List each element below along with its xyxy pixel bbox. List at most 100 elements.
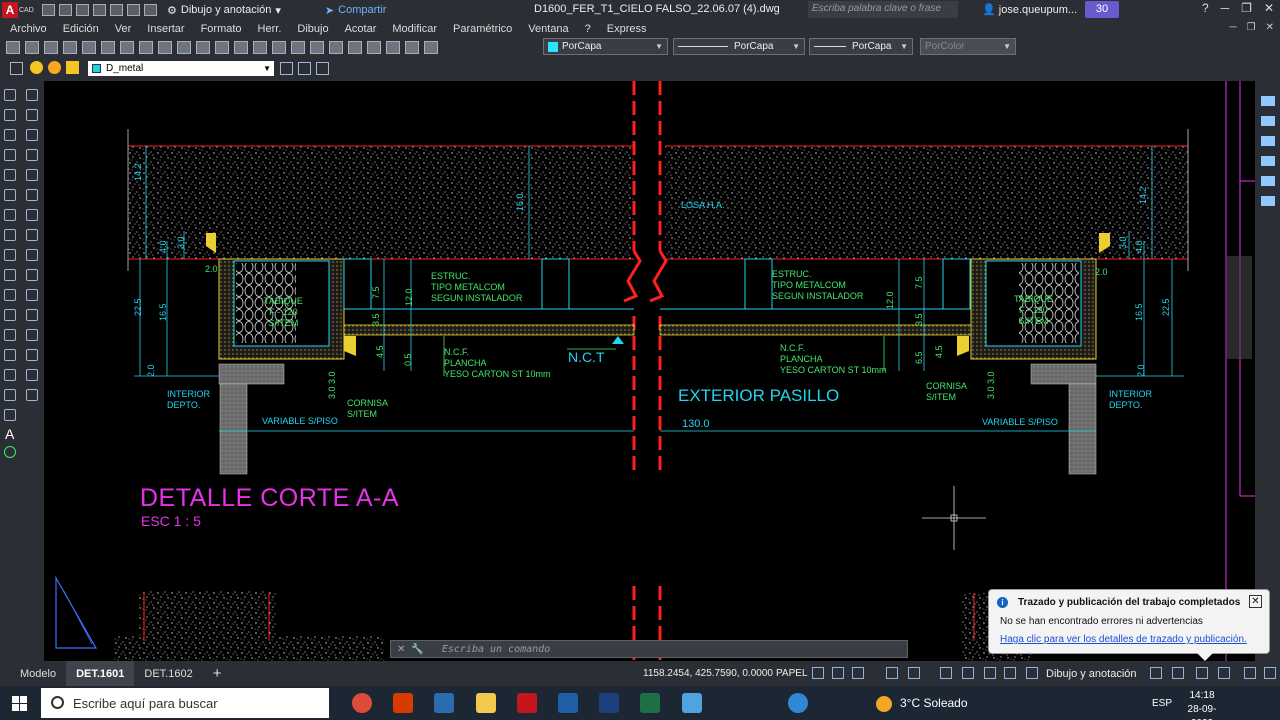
tab-det-1602[interactable]: DET.1602 bbox=[134, 661, 202, 686]
clock[interactable]: 14:18 28-09-2022 bbox=[1178, 689, 1226, 720]
plot-status-icon[interactable] bbox=[1196, 667, 1208, 679]
taskbar-search[interactable]: Escribe aquí para buscar bbox=[41, 688, 329, 718]
circle-icon[interactable] bbox=[4, 209, 16, 221]
office-icon[interactable] bbox=[393, 693, 413, 713]
doc-close-icon[interactable]: ✕ bbox=[1266, 22, 1274, 33]
drawing-canvas[interactable]: DETALLE CORTE A-A ESC 1 : 5 EXTERIOR PAS… bbox=[44, 81, 1255, 661]
grid-icon[interactable] bbox=[812, 667, 824, 679]
tab-modelo[interactable]: Modelo bbox=[10, 661, 66, 686]
viewport-clip-icon[interactable] bbox=[1261, 136, 1275, 146]
hatch-icon[interactable] bbox=[4, 349, 16, 361]
wrench-icon[interactable]: 🔧 bbox=[411, 644, 423, 655]
menu-help[interactable]: ? bbox=[585, 23, 591, 35]
layer-properties-icon[interactable] bbox=[10, 62, 23, 75]
pan-icon[interactable] bbox=[234, 40, 248, 54]
copy-object-icon[interactable] bbox=[26, 109, 38, 121]
plus-icon[interactable] bbox=[1150, 667, 1162, 679]
move-icon[interactable] bbox=[26, 189, 38, 201]
mirror-icon[interactable] bbox=[26, 129, 38, 141]
menu-ventana[interactable]: Ventana bbox=[528, 23, 568, 35]
workspace-switcher[interactable]: ⚙ Dibujo y anotación ▾ bbox=[167, 4, 281, 17]
offset-icon[interactable] bbox=[26, 149, 38, 161]
page-setup-icon[interactable] bbox=[1261, 196, 1275, 206]
lightbulb-icon[interactable] bbox=[30, 61, 43, 74]
menu-herr[interactable]: Herr. bbox=[258, 23, 282, 35]
polyline-icon[interactable] bbox=[4, 129, 16, 141]
chrome-icon[interactable] bbox=[352, 693, 372, 713]
array-icon[interactable] bbox=[26, 169, 38, 181]
help-app-icon[interactable] bbox=[788, 693, 808, 713]
gear-icon[interactable] bbox=[1026, 667, 1038, 679]
app-logo[interactable]: A CAD bbox=[2, 1, 36, 19]
osnap-icon[interactable] bbox=[908, 667, 920, 679]
menu-acotar[interactable]: Acotar bbox=[345, 23, 377, 35]
save-icon[interactable] bbox=[44, 40, 58, 54]
lineweight-dropdown[interactable]: PorCapa ▼ bbox=[809, 38, 913, 55]
viewport-icon[interactable] bbox=[1261, 116, 1275, 126]
table-icon[interactable] bbox=[4, 409, 16, 421]
stretch-icon[interactable] bbox=[26, 249, 38, 261]
snap-icon[interactable] bbox=[832, 667, 844, 679]
weather-text[interactable]: 3°C Soleado bbox=[900, 696, 968, 710]
menu-formato[interactable]: Formato bbox=[201, 23, 242, 35]
viewport-scale-icon[interactable] bbox=[1261, 156, 1275, 166]
point-icon[interactable] bbox=[4, 329, 16, 341]
properties-icon[interactable] bbox=[310, 40, 324, 54]
trim-icon[interactable] bbox=[26, 269, 38, 281]
insert-block-icon[interactable] bbox=[4, 289, 16, 301]
windows-start-icon[interactable] bbox=[12, 696, 27, 711]
make-current-icon[interactable] bbox=[280, 62, 293, 75]
revit-icon[interactable] bbox=[558, 693, 578, 713]
polar-icon[interactable] bbox=[886, 667, 898, 679]
menu-edicion[interactable]: Edición bbox=[63, 23, 99, 35]
chamfer-icon[interactable] bbox=[26, 349, 38, 361]
close-icon[interactable]: ✕ bbox=[397, 644, 405, 655]
view-icon[interactable] bbox=[1261, 96, 1275, 106]
customize-menu-icon[interactable] bbox=[1264, 667, 1276, 679]
polygon-icon[interactable] bbox=[4, 149, 16, 161]
new-icon[interactable] bbox=[6, 40, 20, 54]
region-icon[interactable] bbox=[4, 389, 16, 401]
new-icon[interactable] bbox=[42, 4, 55, 16]
explode-icon[interactable] bbox=[26, 389, 38, 401]
zoom-window-icon[interactable] bbox=[272, 40, 286, 54]
arc-icon[interactable] bbox=[4, 189, 16, 201]
extend-icon[interactable] bbox=[26, 289, 38, 301]
command-line[interactable]: ✕ 🔧 Escriba un comando bbox=[390, 640, 908, 658]
sheet-set-icon[interactable] bbox=[367, 40, 381, 54]
layer-dropdown[interactable]: D_metal ▼ bbox=[88, 61, 274, 76]
ortho-icon[interactable] bbox=[852, 667, 864, 679]
doc-restore-icon[interactable]: ❐ bbox=[1247, 22, 1256, 33]
revision-cloud-icon[interactable] bbox=[4, 229, 16, 241]
open-icon[interactable] bbox=[25, 40, 39, 54]
help-search-input[interactable]: Escriba palabra clave o frase bbox=[808, 1, 958, 18]
redo-icon[interactable] bbox=[144, 4, 157, 16]
erase-icon[interactable] bbox=[26, 89, 38, 101]
plot-icon[interactable] bbox=[110, 4, 123, 16]
gradient-icon[interactable] bbox=[4, 369, 16, 381]
menu-express[interactable]: Express bbox=[607, 23, 647, 35]
add-selected-icon[interactable] bbox=[4, 446, 16, 458]
autocad-taskbar-icon[interactable] bbox=[517, 693, 537, 713]
spline-icon[interactable] bbox=[4, 249, 16, 261]
close-icon[interactable]: ✕ bbox=[1249, 595, 1262, 608]
open-icon[interactable] bbox=[59, 4, 72, 16]
annotation-icon[interactable] bbox=[1004, 667, 1016, 679]
help-icon[interactable] bbox=[424, 40, 438, 54]
save-icon[interactable] bbox=[76, 4, 89, 16]
color-dropdown[interactable]: PorCapa ▼ bbox=[543, 38, 668, 55]
app-c-icon[interactable] bbox=[434, 693, 454, 713]
line-icon[interactable] bbox=[4, 89, 16, 101]
scale-icon[interactable] bbox=[26, 229, 38, 241]
command-input[interactable]: Escriba un comando bbox=[442, 644, 550, 655]
user-account[interactable]: 👤 jose.queupum... bbox=[982, 3, 1077, 16]
menu-ver[interactable]: Ver bbox=[115, 23, 132, 35]
transparency-icon[interactable] bbox=[962, 667, 974, 679]
menu-parametrico[interactable]: Paramétrico bbox=[453, 23, 512, 35]
paste-icon[interactable] bbox=[158, 40, 172, 54]
redo-icon[interactable] bbox=[215, 40, 229, 54]
make-block-icon[interactable] bbox=[4, 309, 16, 321]
menu-archivo[interactable]: Archivo bbox=[10, 23, 47, 35]
tool-palettes-icon[interactable] bbox=[348, 40, 362, 54]
menu-modificar[interactable]: Modificar bbox=[392, 23, 437, 35]
